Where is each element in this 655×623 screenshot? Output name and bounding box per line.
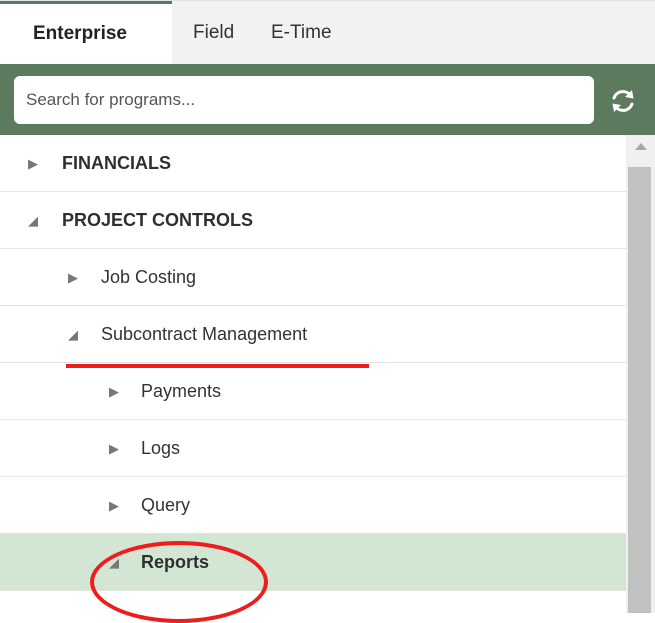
tree-item-payments[interactable]: ▶ Payments [0,363,626,420]
tree-item-label: Job Costing [101,267,197,287]
tab-e-time[interactable]: E-Time [271,1,332,65]
scroll-up-arrow-icon[interactable] [635,143,647,150]
tree-item-label: PROJECT CONTROLS [62,210,254,230]
caret-down-icon[interactable]: ◢ [68,306,78,363]
annotation-underline [66,364,369,368]
vertical-scrollbar[interactable] [626,135,655,613]
tree-item-logs[interactable]: ▶ Logs [0,420,626,477]
caret-right-icon[interactable]: ▶ [109,420,119,477]
tree-item-label: Subcontract Management [101,324,308,344]
refresh-icon[interactable] [606,84,640,118]
caret-right-icon[interactable]: ▶ [28,135,38,192]
program-tree: ▶ FINANCIALS ◢ PROJECT CONTROLS ▶ Job Co… [0,135,626,613]
annotation-circle [90,541,268,623]
caret-down-icon[interactable]: ◢ [28,192,38,249]
caret-right-icon[interactable]: ▶ [68,249,78,306]
caret-right-icon[interactable]: ▶ [109,477,119,534]
tree-item-label: FINANCIALS [62,153,171,173]
tree-item-subcontract-management[interactable]: ◢ Subcontract Management [0,306,626,363]
caret-right-icon[interactable]: ▶ [109,363,119,420]
tree-item-financials[interactable]: ▶ FINANCIALS [0,135,626,192]
tab-field[interactable]: Field [193,1,234,65]
tree-item-label: Query [141,495,191,515]
tab-enterprise[interactable]: Enterprise [0,1,172,65]
search-toolbar [0,64,655,135]
tree-item-label: Payments [141,381,222,401]
scrollbar-thumb[interactable] [628,167,651,613]
search-input[interactable] [14,76,594,124]
tab-bar: Enterprise Field E-Time [0,0,655,65]
tree-item-project-controls[interactable]: ◢ PROJECT CONTROLS [0,192,626,249]
tree-item-label: Logs [141,438,181,458]
tree-item-job-costing[interactable]: ▶ Job Costing [0,249,626,306]
tree-item-query[interactable]: ▶ Query [0,477,626,534]
